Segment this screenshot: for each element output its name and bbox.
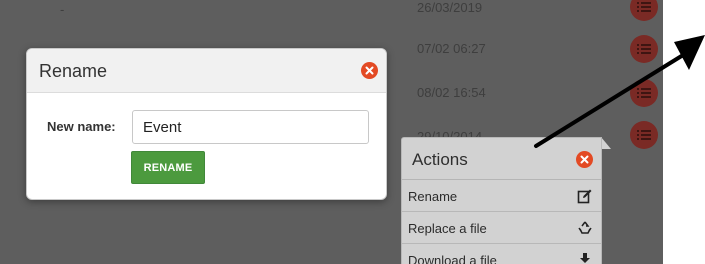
recycle-icon (578, 221, 592, 234)
list-icon (637, 130, 651, 140)
actions-popover: Actions Rename Replace a file Download a… (401, 137, 602, 264)
list-row-name: - (60, 2, 65, 17)
download-icon (580, 253, 590, 263)
list-icon (637, 2, 651, 12)
close-icon (580, 155, 589, 164)
list-row-date: 07/02 06:27 (417, 41, 486, 56)
popover-pointer (601, 137, 611, 149)
action-label: Rename (408, 189, 458, 204)
dialog-close-button[interactable] (361, 62, 378, 79)
new-name-input[interactable] (132, 110, 369, 144)
action-replace-file[interactable]: Replace a file (402, 212, 601, 244)
edit-icon (577, 189, 592, 204)
action-rename[interactable]: Rename (402, 180, 601, 212)
action-download-file[interactable]: Download a file (402, 244, 601, 264)
dialog-header: Rename (27, 49, 386, 93)
action-label: Download a file (408, 253, 497, 264)
row-menu-button[interactable] (630, 79, 658, 107)
list-icon (637, 88, 651, 98)
actions-header: Actions (402, 138, 601, 180)
rename-button[interactable]: RENAME (131, 151, 205, 184)
row-menu-button[interactable] (630, 0, 658, 21)
action-label: Replace a file (408, 221, 487, 236)
row-menu-button[interactable] (630, 35, 658, 63)
new-name-label: New name: (47, 119, 116, 134)
list-icon (637, 44, 651, 54)
rename-dialog: Rename New name: RENAME (26, 48, 387, 200)
row-menu-button[interactable] (630, 121, 658, 149)
list-row-date: 26/03/2019 (417, 0, 483, 15)
actions-title: Actions (412, 150, 468, 169)
list-row-date: 08/02 16:54 (417, 85, 486, 100)
dialog-title: Rename (39, 61, 108, 81)
close-icon (365, 66, 374, 75)
actions-close-button[interactable] (576, 151, 593, 168)
